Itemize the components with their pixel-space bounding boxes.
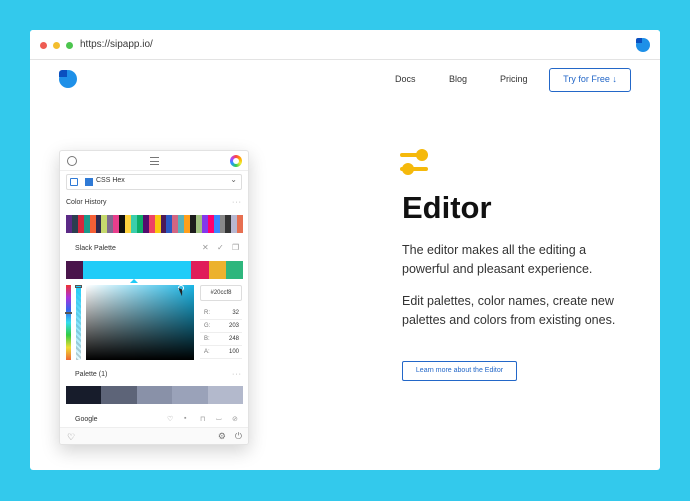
rgba-row-r: R: 32 bbox=[200, 307, 242, 320]
color-history-strip bbox=[66, 215, 244, 233]
rgba-row-b: B: 248 bbox=[200, 333, 242, 346]
format-select: CSS Hex ⌄ bbox=[66, 174, 242, 190]
color-swatch bbox=[209, 261, 226, 279]
feature-description-2: Edit palettes, color names, create new p… bbox=[402, 294, 616, 327]
rgba-row-g: G: 203 bbox=[200, 320, 242, 333]
color-swatch bbox=[66, 261, 83, 279]
lock-icon: ⊓ bbox=[200, 416, 206, 423]
color-history-title: Color History bbox=[66, 199, 107, 206]
link-icon: ⊘ bbox=[232, 416, 238, 423]
hex-value-field: #20ccf8 bbox=[200, 285, 242, 301]
feature-title: Editor bbox=[402, 190, 492, 225]
palette-1-title: Palette (1) bbox=[75, 371, 108, 378]
close-icon: ✕ bbox=[202, 243, 209, 252]
color-swatch bbox=[172, 386, 208, 404]
power-icon: ⏻ bbox=[234, 431, 242, 441]
menu-icon bbox=[150, 157, 159, 165]
url-text[interactable]: https://sipapp.io/ bbox=[80, 39, 153, 50]
nav-link-docs[interactable]: Docs bbox=[395, 74, 416, 84]
rgba-label: A: bbox=[204, 349, 210, 355]
sliders-icon bbox=[400, 149, 428, 175]
rgba-label: B: bbox=[204, 336, 210, 342]
rgba-value: 100 bbox=[228, 349, 239, 355]
nav-link-pricing[interactable]: Pricing bbox=[500, 74, 528, 84]
editor-app-screenshot: CSS Hex ⌄ Color History ··· Slack Palett… bbox=[59, 150, 249, 445]
slack-palette-strip bbox=[66, 261, 243, 279]
color-swatch bbox=[83, 261, 137, 279]
copy-icon bbox=[70, 178, 78, 186]
card-icon: ▪ bbox=[184, 415, 187, 422]
color-swatch bbox=[237, 215, 244, 233]
css-badge-icon bbox=[85, 178, 93, 186]
browser-window: https://sipapp.io/ Docs Blog Pricing Try… bbox=[30, 30, 660, 470]
close-window-button[interactable] bbox=[40, 42, 47, 49]
learn-more-editor-button[interactable]: Learn more about the Editor bbox=[402, 361, 517, 381]
rgba-value: 248 bbox=[228, 336, 239, 342]
slack-palette-title: Slack Palette bbox=[75, 245, 116, 252]
alpha-slider-thumb bbox=[75, 285, 82, 288]
saturation-value-picker bbox=[86, 285, 194, 360]
color-swatch bbox=[207, 386, 244, 404]
hue-slider-thumb bbox=[65, 312, 72, 314]
more-icon: ··· bbox=[232, 199, 242, 206]
browser-titlebar: https://sipapp.io/ bbox=[30, 30, 660, 60]
color-swatch bbox=[137, 261, 191, 279]
color-swatch bbox=[66, 386, 102, 404]
panel-toolbar bbox=[60, 151, 248, 171]
rgba-label: R: bbox=[204, 310, 210, 316]
more-icon: ··· bbox=[232, 371, 242, 378]
duplicate-icon: ❐ bbox=[232, 243, 240, 252]
sip-logo-icon bbox=[636, 38, 650, 52]
minimize-window-button[interactable] bbox=[53, 42, 60, 49]
trash-icon: ⌴ bbox=[216, 415, 222, 422]
hue-slider bbox=[66, 285, 71, 360]
selected-swatch-pointer bbox=[130, 279, 138, 283]
google-palette-title: Google bbox=[75, 416, 98, 423]
heart-icon: ♡ bbox=[167, 416, 174, 423]
panel-footer: ♡ ⚙ ⏻ bbox=[60, 427, 248, 444]
color-swatch bbox=[226, 261, 243, 279]
alpha-slider bbox=[76, 285, 81, 360]
format-select-label: CSS Hex bbox=[96, 177, 125, 184]
circle-icon bbox=[67, 156, 77, 166]
maximize-window-button[interactable] bbox=[66, 42, 73, 49]
site-navbar: Docs Blog Pricing Try for Free ↓ bbox=[30, 60, 660, 100]
rgba-label: G: bbox=[204, 323, 211, 329]
check-icon: ✓ bbox=[217, 243, 224, 252]
try-for-free-button[interactable]: Try for Free ↓ bbox=[549, 68, 631, 92]
color-wheel-icon bbox=[230, 155, 242, 167]
palette-1-strip bbox=[66, 386, 244, 404]
rgba-row-a: A: 100 bbox=[200, 346, 242, 359]
rgba-value: 32 bbox=[232, 310, 239, 316]
gear-icon: ⚙ bbox=[217, 431, 226, 441]
site-logo-icon[interactable] bbox=[59, 70, 77, 88]
nav-link-blog[interactable]: Blog bbox=[449, 74, 467, 84]
color-swatch bbox=[136, 386, 173, 404]
chevron-down-icon: ⌄ bbox=[230, 175, 237, 184]
feature-description-1: The editor makes all the editing a power… bbox=[402, 243, 593, 276]
google-palette-header: Google ♡ ▪ ⊓ ⌴ ⊘ bbox=[60, 414, 248, 426]
color-swatch bbox=[191, 261, 209, 279]
color-swatch bbox=[101, 386, 137, 404]
rgba-value: 203 bbox=[228, 323, 239, 329]
heart-icon: ♡ bbox=[67, 432, 76, 442]
